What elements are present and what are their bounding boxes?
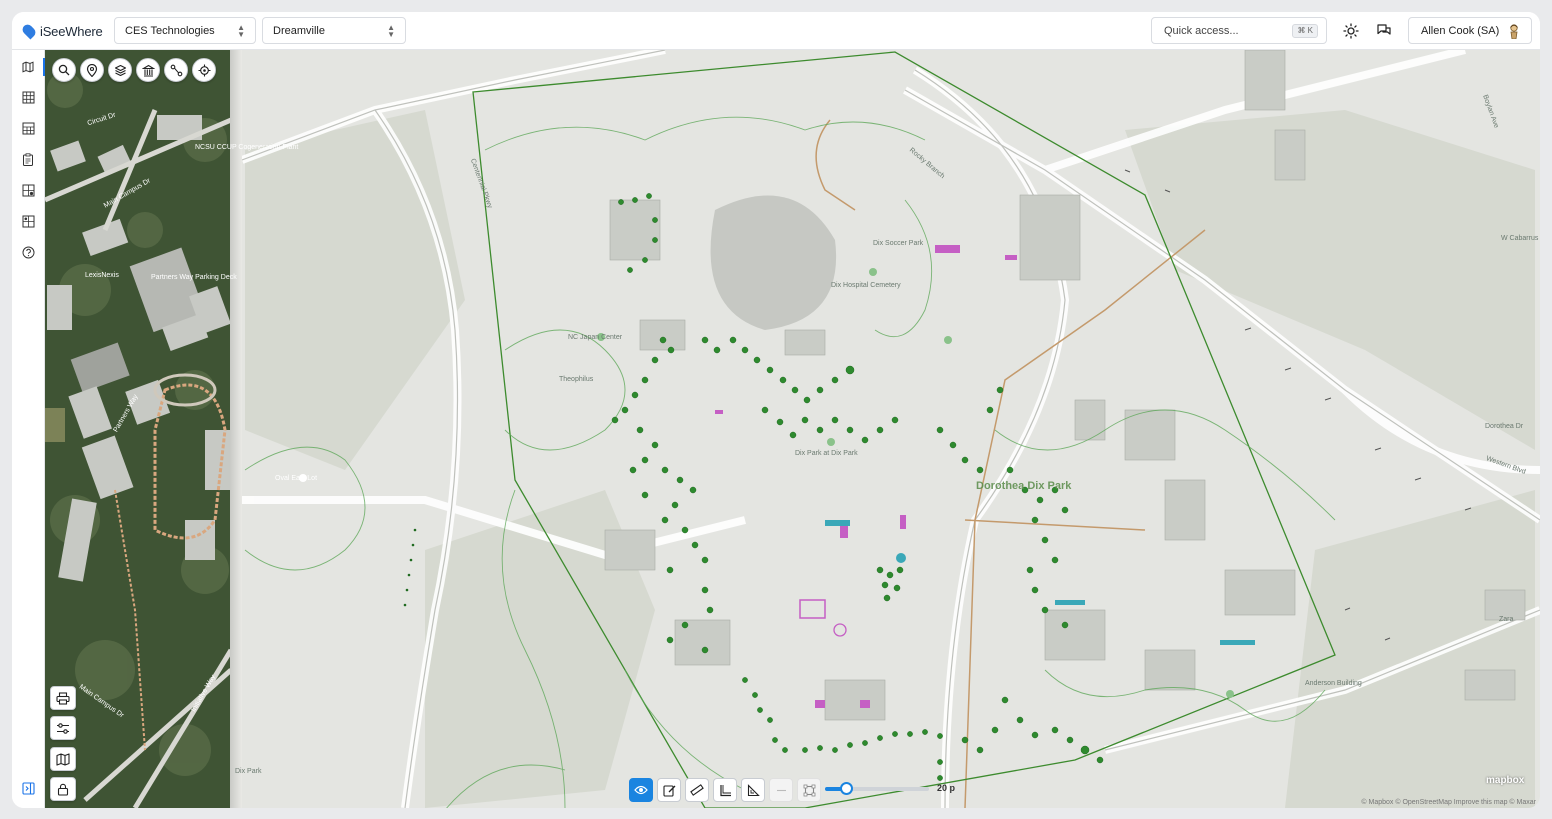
measure-distance-button[interactable] (685, 778, 709, 802)
layers-grid-icon (22, 184, 34, 196)
map-label: Dorothea Dr (1485, 423, 1524, 430)
basemap-button[interactable] (50, 747, 76, 771)
map-icon (56, 752, 70, 766)
satellite-label: Partners Way Parking Deck (151, 274, 237, 281)
slider-value: 20 p (937, 783, 956, 793)
app-window: iSeeWhere CES Technologies ▲ ▼ Dreamville… (12, 12, 1540, 808)
satellite-label: LexisNexis (85, 272, 119, 279)
map-label: W Cabarrus (1501, 235, 1539, 242)
polygon-icon (803, 784, 815, 796)
draw-toolbar (629, 777, 821, 803)
print-button[interactable] (50, 686, 76, 710)
pin-button[interactable] (80, 58, 104, 82)
lock-icon (57, 783, 69, 796)
pin-icon (86, 63, 98, 77)
triangle-ruler-icon (747, 783, 760, 796)
map-label: NC Japan Center (568, 334, 623, 341)
measure-area-button[interactable] (741, 778, 765, 802)
eye-icon (634, 785, 648, 795)
route-button[interactable] (164, 58, 188, 82)
draw-line-button[interactable] (769, 778, 793, 802)
quick-access-input[interactable]: Quick access... ⌘ K (1151, 17, 1327, 44)
map-icon (22, 61, 33, 73)
print-icon (56, 691, 70, 705)
draw-polygon-button[interactable] (797, 778, 821, 802)
edit-icon (662, 784, 675, 797)
map-attribution[interactable]: © Mapbox © OpenStreetMap Improve this ma… (1361, 799, 1536, 806)
sidebar-toggle-button[interactable] (20, 780, 36, 796)
sidebar-item-map[interactable] (12, 58, 45, 76)
measure-angle-button[interactable] (713, 778, 737, 802)
mapbox-logo: mapbox (1486, 775, 1525, 786)
base-map (242, 50, 1540, 808)
landmark-icon (141, 64, 155, 77)
clipboard-icon (23, 152, 33, 166)
company-select[interactable]: CES Technologies ▲ ▼ (114, 17, 256, 44)
lock-button[interactable] (50, 777, 76, 801)
filter-settings-button[interactable] (50, 716, 76, 740)
chat-icon[interactable] (1374, 21, 1394, 41)
search-button[interactable] (52, 58, 76, 82)
grid-settings-icon (22, 215, 34, 227)
satellite-label: NCSU CCUP Cogeneration Plant (195, 144, 299, 151)
shortcut-badge: ⌘ K (1292, 24, 1318, 38)
swipe-divider[interactable] (230, 50, 242, 808)
sidebar-item-table[interactable] (20, 120, 36, 136)
edit-button[interactable] (657, 778, 681, 802)
sidebar (12, 50, 45, 808)
locate-button[interactable] (192, 58, 216, 82)
park-label: Dorothea Dix Park (976, 480, 1072, 492)
map-canvas[interactable]: Dix Soccer Park Dix Hospital Cemetery NC… (45, 50, 1540, 808)
sidebar-item-grid-settings[interactable] (20, 213, 36, 229)
site-select-value: Dreamville (273, 24, 325, 37)
slider-handle[interactable] (839, 782, 853, 795)
map-label: Dix Hospital Cemetery (831, 282, 901, 289)
sidebar-toggle-icon (21, 781, 35, 795)
sidebar-item-layers-grid[interactable] (20, 182, 36, 198)
map-label: Oval East Lot (275, 475, 318, 482)
view-mode-button[interactable] (629, 778, 653, 802)
chevron-updown-icon: ▲ ▼ (387, 23, 395, 39)
map-label: Zara (1499, 616, 1514, 623)
route-icon (170, 64, 182, 76)
sidebar-item-help[interactable] (20, 244, 36, 260)
landmark-button[interactable] (136, 58, 160, 82)
company-select-value: CES Technologies (125, 24, 215, 37)
line-icon (776, 789, 786, 791)
map-label: Dix Park at Dix Park (795, 450, 858, 457)
logo-pin-icon (20, 22, 38, 40)
chevron-updown-icon: ▲ ▼ (237, 23, 245, 39)
map-label: Anderson Building (1305, 680, 1362, 687)
top-bar: iSeeWhere CES Technologies ▲ ▼ Dreamville… (12, 12, 1540, 50)
quick-access-placeholder: Quick access... (1164, 24, 1239, 37)
help-icon (22, 246, 34, 258)
ruler-icon (690, 784, 704, 796)
sun-icon[interactable] (1341, 21, 1361, 41)
sidebar-item-grid-map[interactable] (20, 89, 36, 105)
logo-text: iSeeWhere (40, 23, 103, 39)
avatar (1507, 23, 1521, 42)
locate-icon (198, 64, 210, 76)
map-label: Theophilus (559, 376, 594, 383)
angle-icon (719, 784, 731, 796)
table-icon (22, 122, 34, 134)
map-label: Dix Soccer Park (873, 240, 924, 247)
map-toolbar (52, 58, 216, 82)
sidebar-item-clipboard[interactable] (20, 151, 36, 167)
sliders-icon (57, 722, 69, 734)
search-icon (58, 64, 70, 76)
layers-icon (114, 64, 126, 76)
grid-map-icon (22, 91, 34, 103)
site-select[interactable]: Dreamville ▲ ▼ (262, 17, 406, 44)
app-logo[interactable]: iSeeWhere (20, 20, 103, 42)
opacity-slider[interactable] (825, 782, 929, 795)
user-menu[interactable]: Allen Cook (SA) (1408, 17, 1532, 44)
layers-button[interactable] (108, 58, 132, 82)
satellite-label: Dix Park (235, 768, 262, 775)
user-name: Allen Cook (SA) (1421, 24, 1500, 37)
